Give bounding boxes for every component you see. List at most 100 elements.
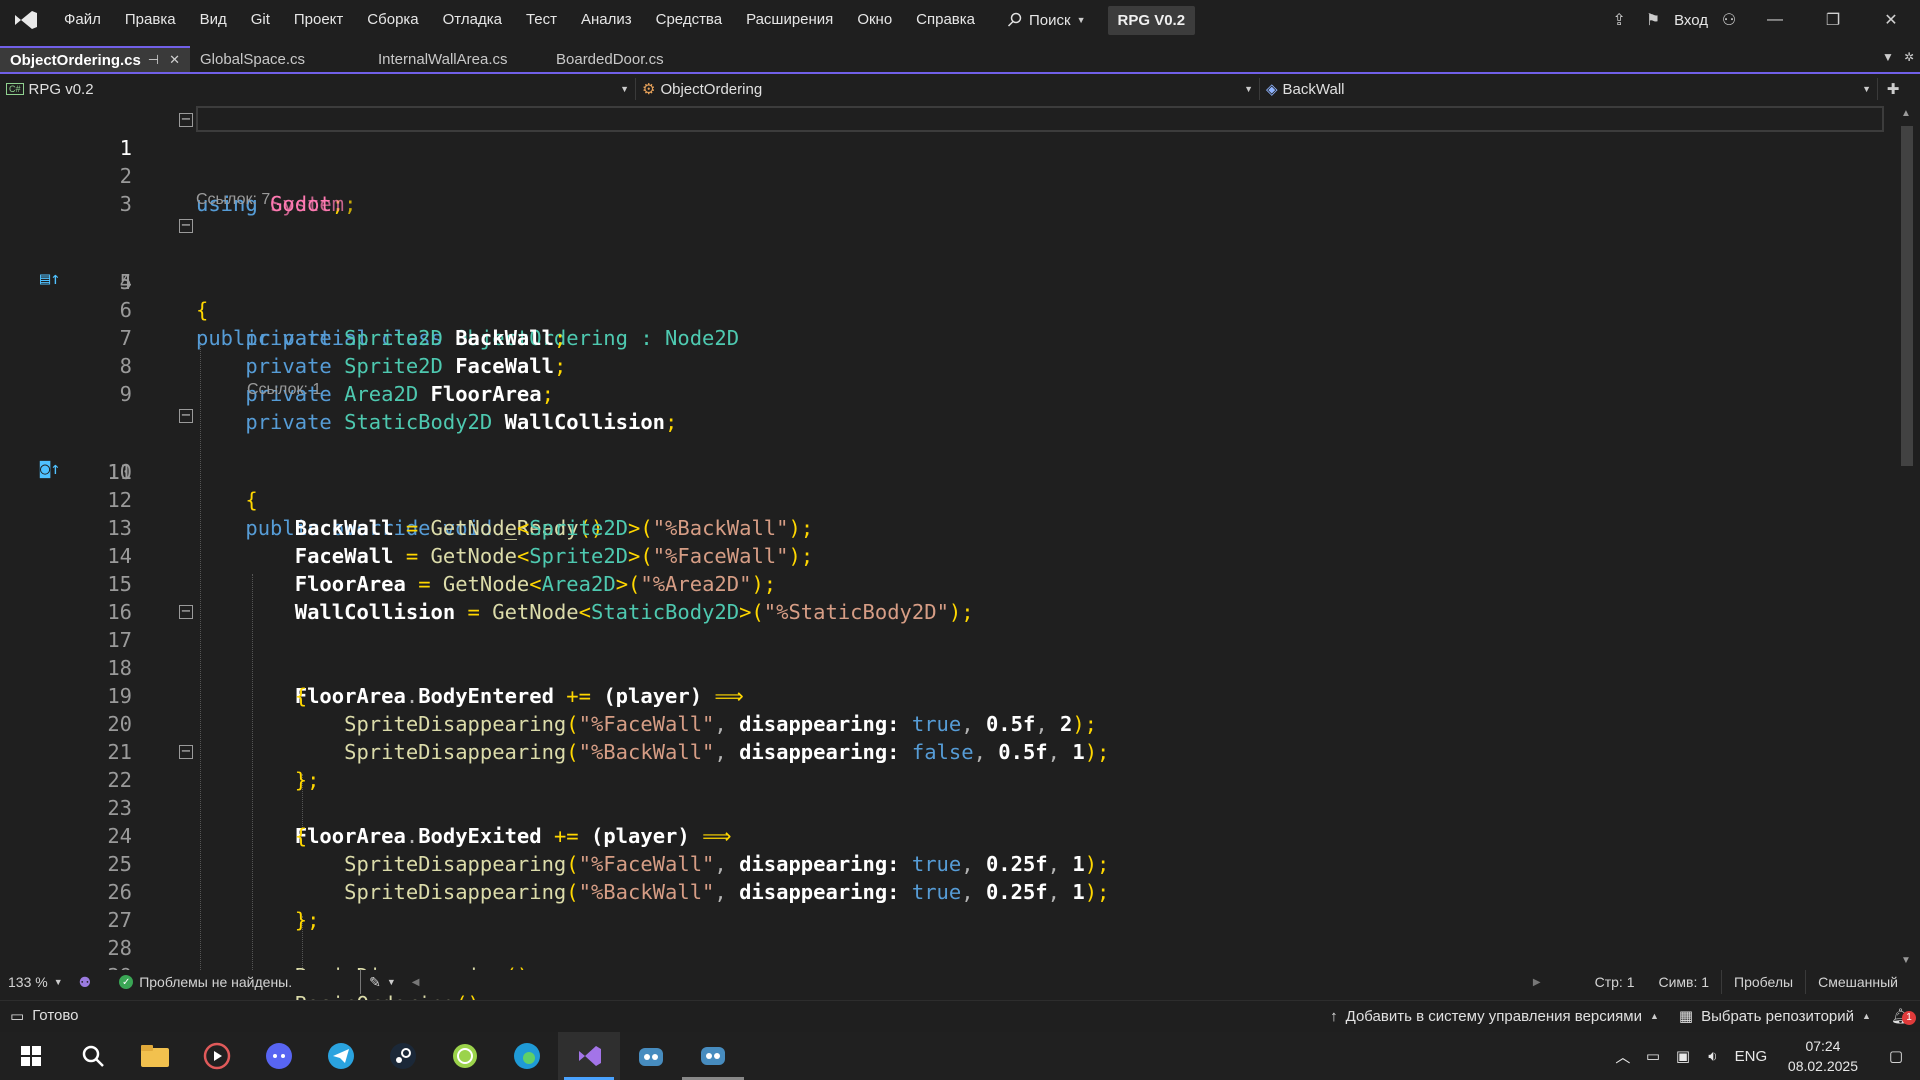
pin-icon[interactable]: ⊣	[148, 52, 159, 68]
notifications-button[interactable]: 🔔︎ 1	[1881, 1007, 1920, 1025]
line-endings-indicator[interactable]: Смешанный	[1805, 970, 1910, 994]
account-icon[interactable]: ⚇	[1712, 0, 1746, 40]
network-icon[interactable]: ▣	[1668, 1047, 1698, 1065]
media-player-icon[interactable]	[186, 1032, 248, 1080]
windows-start-icon[interactable]	[0, 1032, 62, 1080]
code-line: 23 {	[0, 766, 1890, 848]
signin-link[interactable]: Вход	[1670, 12, 1712, 29]
whitespace-indicator[interactable]: Пробелы	[1721, 970, 1805, 994]
class-dropdown[interactable]: ⚙ ObjectOrdering ▼	[636, 78, 1260, 100]
visual-studio-taskbar-icon[interactable]	[558, 1032, 620, 1080]
volume-icon[interactable]: 🔉︎	[1698, 1048, 1728, 1065]
code-editor[interactable]: 1 − using Godot; 2 using System; 3 Ссыло…	[0, 104, 1920, 1016]
code-line: 20 SpriteDisappearing("%BackWall", disap…	[0, 682, 1890, 764]
menu-git[interactable]: Git	[239, 0, 282, 40]
references-codelens[interactable]: Ссылок: 7	[196, 188, 270, 212]
menu-window[interactable]: Окно	[845, 0, 904, 40]
code-line: 9 private StaticBody2D WallCollision;	[0, 352, 1890, 434]
battery-icon[interactable]: ▭	[1638, 1047, 1668, 1065]
menu-build[interactable]: Сборка	[355, 0, 430, 40]
code-cleanup-button[interactable]: ✎ ▼	[360, 970, 404, 994]
member-dropdown[interactable]: ◈ BackWall ▼	[1260, 78, 1878, 100]
brush-icon: ✎	[369, 973, 381, 990]
notification-badge: 1	[1902, 1011, 1916, 1025]
godot-running-icon[interactable]	[682, 1032, 744, 1080]
project-name: RPG v0.2	[28, 80, 94, 98]
steam-icon[interactable]	[372, 1032, 434, 1080]
scroll-up-icon[interactable]: ▲	[1901, 108, 1911, 119]
menu-help[interactable]: Справка	[904, 0, 987, 40]
chevron-up-icon[interactable]: ︿	[1608, 1046, 1638, 1067]
menu-debug[interactable]: Отладка	[431, 0, 514, 40]
code-line: 11 {	[0, 430, 1890, 512]
minimize-button[interactable]: —	[1746, 0, 1804, 40]
scroll-down-icon[interactable]: ▼	[1901, 955, 1911, 966]
close-icon[interactable]: ✕	[169, 52, 180, 68]
scroll-left-icon[interactable]: ◀	[404, 970, 428, 994]
fold-collapse-icon[interactable]: −	[179, 409, 193, 423]
vertical-scrollbar[interactable]: ▲ ▼	[1894, 104, 1920, 970]
file-explorer-icon[interactable]	[124, 1032, 186, 1080]
code-line: 16	[0, 570, 1890, 624]
restore-button[interactable]: ❐	[1804, 0, 1862, 40]
output-window-icon[interactable]: ▭	[10, 1007, 24, 1025]
editor-status-strip: 133 % ▼ ⚉ ✓ Проблемы не найдены. ✎ ▼ ◀ ▶…	[0, 970, 1920, 994]
line-indicator[interactable]: Стр: 1	[1583, 970, 1647, 994]
tab-list-dropdown-icon[interactable]: ▼	[1882, 50, 1894, 64]
taskbar-search-icon[interactable]	[62, 1032, 124, 1080]
clock[interactable]: 07:24 08.02.2025	[1774, 1036, 1872, 1076]
tab-boardeddoor[interactable]: BoardedDoor.cs	[546, 46, 724, 72]
zoom-dropdown[interactable]: 133 % ▼	[0, 970, 71, 994]
search-button[interactable]: Поиск ▼	[993, 12, 1100, 29]
tab-label: ObjectOrdering.cs	[10, 51, 141, 69]
fold-collapse-icon[interactable]: −	[179, 745, 193, 759]
fold-collapse-icon[interactable]: −	[179, 605, 193, 619]
tab-globalspace[interactable]: GlobalSpace.cs	[190, 46, 368, 72]
scrollbar-thumb[interactable]	[1901, 126, 1913, 466]
solution-name-badge[interactable]: RPG V0.2	[1107, 5, 1196, 35]
code-line: 12 BackWall = GetNode<Sprite2D>("%BackWa…	[0, 458, 1890, 540]
menu-view[interactable]: Вид	[188, 0, 239, 40]
status-ready: ▭ Готово	[0, 1007, 89, 1025]
action-center-icon[interactable]: ▢	[1872, 1047, 1920, 1065]
menu-edit[interactable]: Правка	[113, 0, 188, 40]
add-to-source-control-button[interactable]: ↑ Добавить в систему управления версиями…	[1320, 1008, 1669, 1025]
scroll-right-icon[interactable]: ▶	[1521, 970, 1553, 994]
select-repository-button[interactable]: ▦ Выбрать репозиторий ▲	[1669, 1007, 1881, 1026]
telegram-icon[interactable]	[310, 1032, 372, 1080]
feedback-icon[interactable]: ⚑	[1636, 0, 1670, 40]
lime-app-icon[interactable]	[434, 1032, 496, 1080]
tab-objectordering[interactable]: ObjectOrdering.cs ⊣ ✕	[0, 46, 190, 72]
menu-project[interactable]: Проект	[282, 0, 355, 40]
tab-internalwallarea[interactable]: InternalWallArea.cs	[368, 46, 546, 72]
column-indicator[interactable]: Симв: 1	[1646, 970, 1721, 994]
add-vcs-label: Добавить в систему управления версиями	[1345, 1007, 1642, 1025]
menu-extensions[interactable]: Расширения	[734, 0, 845, 40]
edge-browser-icon[interactable]	[496, 1032, 558, 1080]
chevron-down-icon: ▼	[1244, 84, 1253, 94]
visual-studio-logo-icon[interactable]	[0, 0, 52, 40]
title-bar: Файл Правка Вид Git Проект Сборка Отладк…	[0, 0, 1920, 40]
live-share-icon[interactable]: ⇪	[1602, 0, 1636, 40]
copilot-icon[interactable]: ⚉	[71, 970, 100, 994]
input-language[interactable]: ENG	[1728, 1048, 1774, 1065]
chevron-down-icon: ▼	[620, 84, 629, 94]
gear-icon[interactable]: ✲	[1904, 50, 1914, 64]
close-window-button[interactable]: ✕	[1862, 0, 1920, 40]
fold-collapse-icon[interactable]: −	[179, 113, 193, 127]
code-line: 3	[0, 162, 1890, 216]
menu-file[interactable]: Файл	[52, 0, 113, 40]
menu-test[interactable]: Тест	[514, 0, 569, 40]
discord-icon[interactable]	[248, 1032, 310, 1080]
menu-analyze[interactable]: Анализ	[569, 0, 644, 40]
fold-collapse-icon[interactable]: −	[179, 219, 193, 233]
godot-icon[interactable]	[620, 1032, 682, 1080]
references-codelens[interactable]: Ссылок: 1	[247, 378, 321, 402]
code-line: 17 − FloorArea.BodyEntered += (player) ⟹	[0, 598, 1890, 708]
csharp-project-icon: C#	[6, 83, 24, 95]
split-editor-icon[interactable]: ✚	[1878, 80, 1908, 98]
code-line: 25 SpriteDisappearing("%BackWall", disap…	[0, 822, 1890, 904]
project-dropdown[interactable]: C# RPG v0.2 ▼	[0, 78, 636, 100]
menu-tools[interactable]: Средства	[644, 0, 734, 40]
problems-indicator[interactable]: ✓ Проблемы не найдены.	[111, 970, 300, 994]
